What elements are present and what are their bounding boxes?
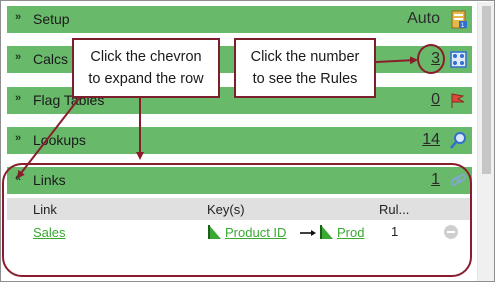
arrow-to-number	[375, 56, 418, 65]
arrow-to-chevron	[16, 96, 81, 179]
annotation-arrows	[16, 56, 418, 179]
